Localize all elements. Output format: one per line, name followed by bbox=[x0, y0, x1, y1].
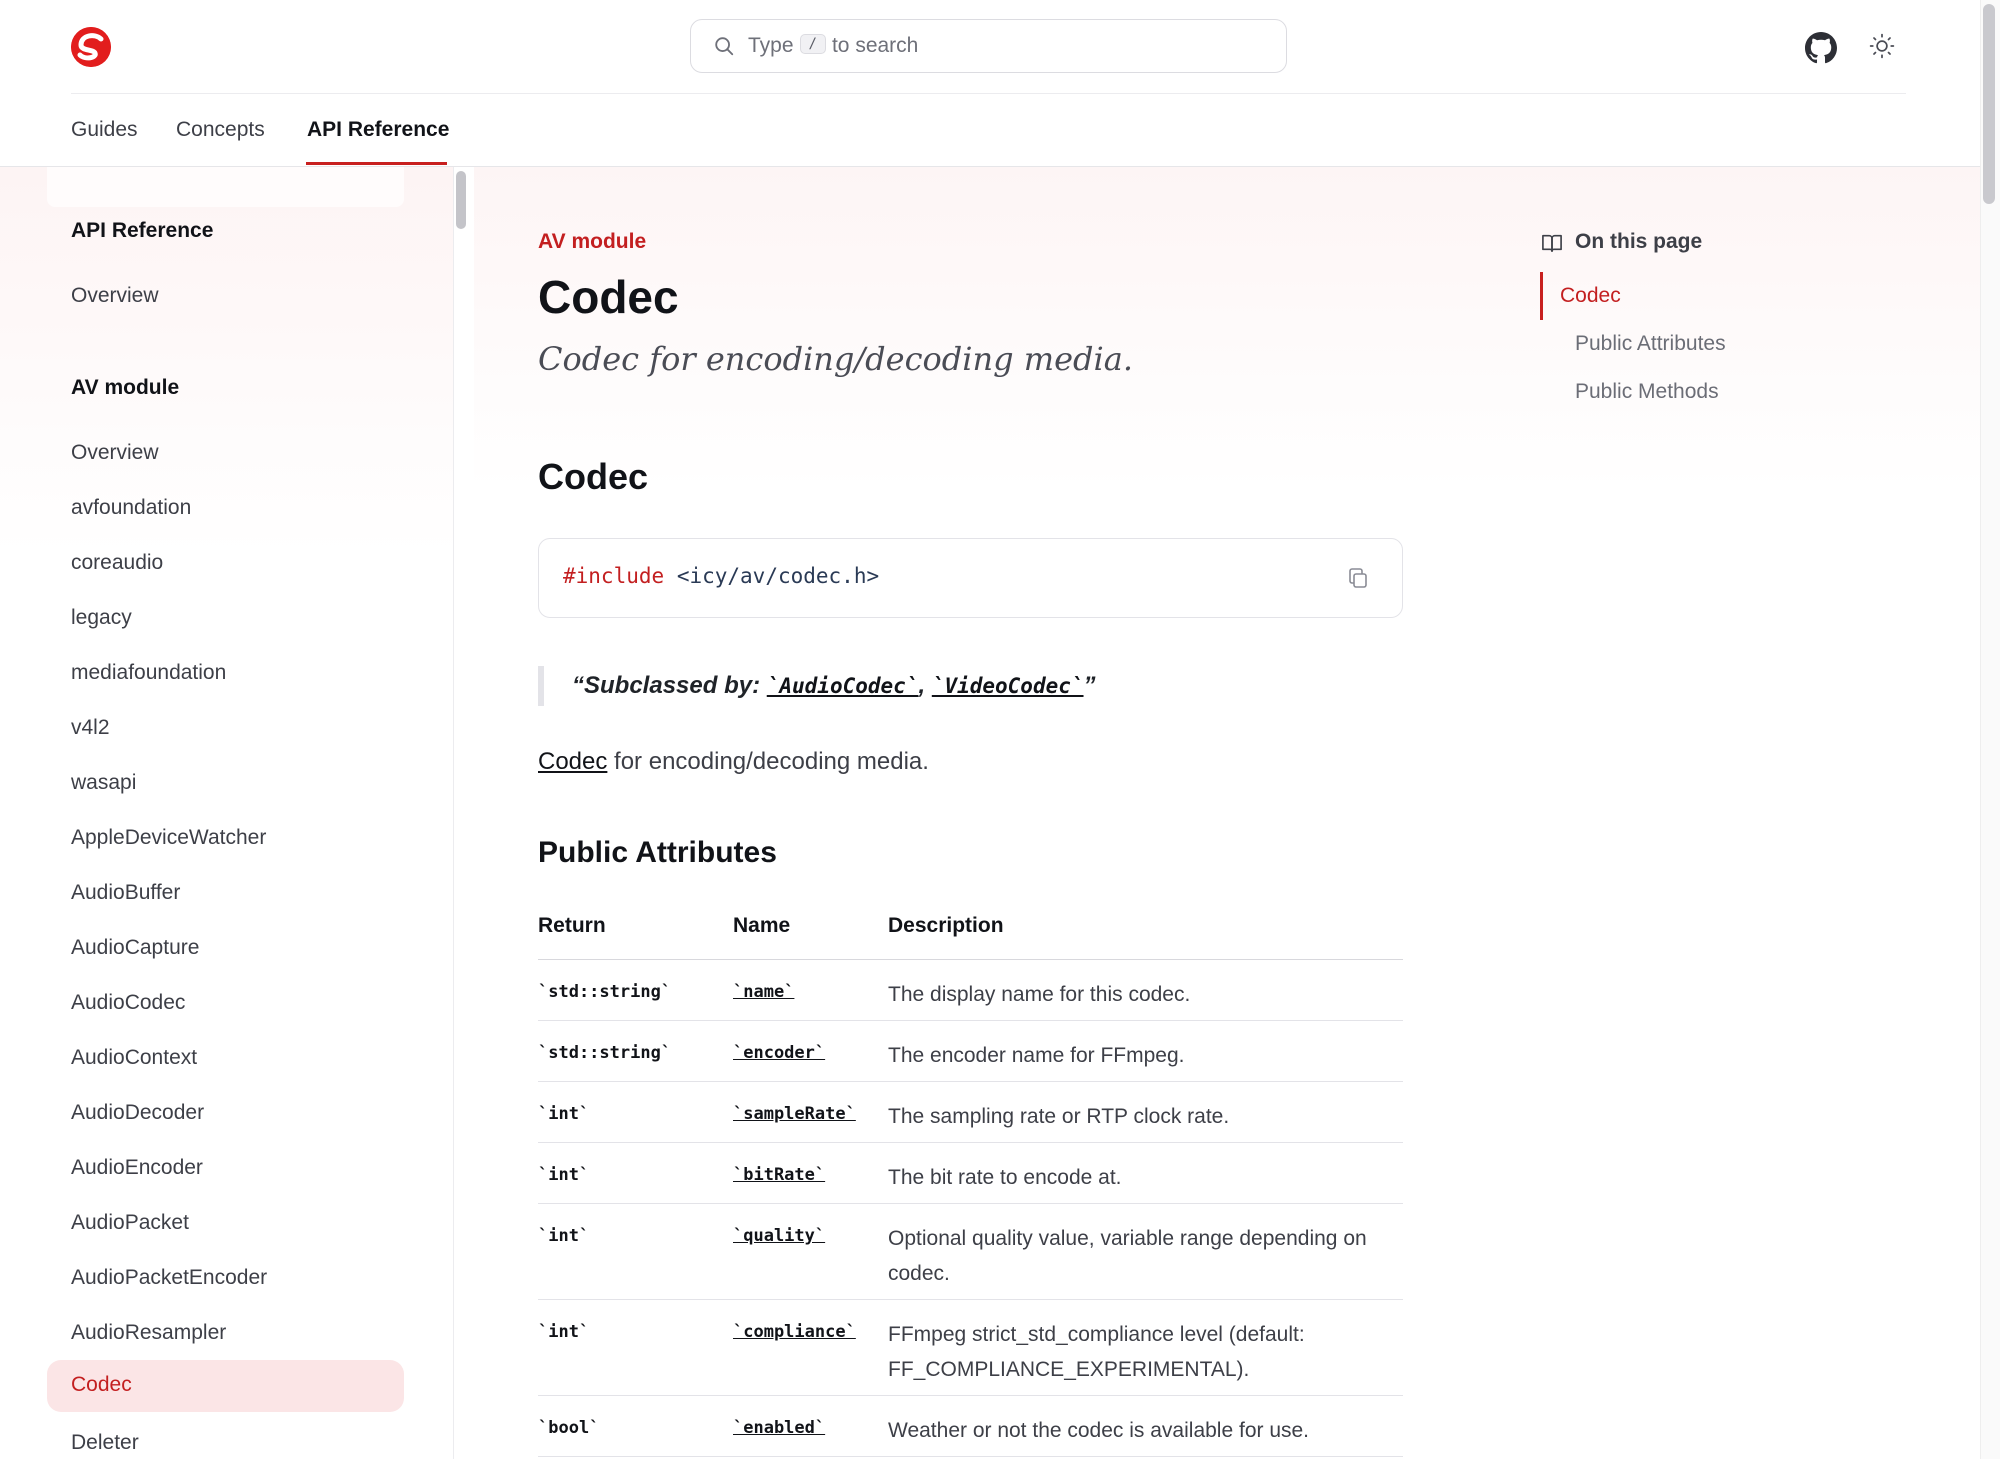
return-type: `int` bbox=[538, 1104, 590, 1124]
attribute-description: Weather or not the codec is available fo… bbox=[888, 1419, 1310, 1442]
sidebar-top-fade bbox=[47, 167, 404, 207]
table-row: `std::string` `encoder` The encoder name… bbox=[538, 1021, 1403, 1082]
sidebar-item-wasapi[interactable]: wasapi bbox=[71, 771, 136, 795]
sidebar-item-codec[interactable]: Codec bbox=[47, 1360, 404, 1412]
attribute-name-link[interactable]: `compliance` bbox=[733, 1322, 856, 1342]
table-row: `int` `sampleRate` The sampling rate or … bbox=[538, 1082, 1403, 1143]
sidebar-item-mediafoundation[interactable]: mediafoundation bbox=[71, 661, 226, 685]
tab-api-reference[interactable]: API Reference bbox=[307, 118, 449, 142]
attribute-description: The sampling rate or RTP clock rate. bbox=[888, 1105, 1230, 1128]
site-header: Type / to search Guides Concepts API Refer… bbox=[0, 0, 1980, 167]
sidebar-item-avfoundation[interactable]: avfoundation bbox=[71, 496, 191, 520]
include-code: #include <icy/av/codec.h> bbox=[563, 564, 880, 588]
table-row: `int` `compliance` FFmpeg strict_std_com… bbox=[538, 1300, 1403, 1396]
toc-active-indicator bbox=[1540, 272, 1543, 320]
page-scrollbar[interactable] bbox=[1980, 0, 2000, 1459]
attribute-description: The encoder name for FFmpeg. bbox=[888, 1044, 1185, 1067]
search-placeholder: Type / to search bbox=[748, 34, 919, 57]
return-type: `bool` bbox=[538, 1418, 600, 1438]
sidebar-item-audiobuffer[interactable]: AudioBuffer bbox=[71, 881, 180, 905]
sidebar-item-audiopacketencoder[interactable]: AudioPacketEncoder bbox=[71, 1266, 267, 1290]
sidebar-item-appledevicewatcher[interactable]: AppleDeviceWatcher bbox=[71, 826, 266, 850]
sidebar-item-coreaudio[interactable]: coreaudio bbox=[71, 551, 163, 575]
attribute-name-link[interactable]: `quality` bbox=[733, 1226, 825, 1246]
table-row: `bool` `enabled` Weather or not the code… bbox=[538, 1396, 1403, 1457]
attribute-name-link[interactable]: `encoder` bbox=[733, 1043, 825, 1063]
active-tab-indicator bbox=[306, 162, 447, 165]
copy-icon[interactable] bbox=[1346, 566, 1370, 590]
attribute-description: The display name for this codec. bbox=[888, 983, 1191, 1006]
section-heading-codec: Codec bbox=[538, 456, 649, 497]
return-type: `int` bbox=[538, 1226, 590, 1246]
sidebar-item-audiodecoder[interactable]: AudioDecoder bbox=[71, 1101, 204, 1125]
github-icon[interactable] bbox=[1805, 32, 1837, 64]
sidebar-item-audioresampler[interactable]: AudioResampler bbox=[71, 1321, 226, 1345]
description-paragraph: Codec for encoding/decoding media. bbox=[538, 748, 929, 775]
table-header: Return Name Description bbox=[538, 908, 1403, 960]
code-block: #include <icy/av/codec.h> bbox=[538, 538, 1403, 618]
toc-item-public-methods[interactable]: Public Methods bbox=[1575, 380, 1719, 404]
sidebar: API Reference Overview AV module Overvie… bbox=[0, 167, 454, 1459]
search-input[interactable]: Type / to search bbox=[690, 19, 1287, 73]
tab-guides[interactable]: Guides bbox=[71, 118, 138, 142]
return-type: `int` bbox=[538, 1165, 590, 1185]
section-heading-public-attributes: Public Attributes bbox=[538, 836, 777, 869]
sidebar-heading-api-reference: API Reference bbox=[71, 219, 214, 242]
page-scrollbar-thumb[interactable] bbox=[1983, 4, 1995, 204]
sidebar-item-audiopacket[interactable]: AudioPacket bbox=[71, 1211, 189, 1235]
sidebar-item-label: Codec bbox=[71, 1373, 132, 1396]
attribute-name-link[interactable]: `sampleRate` bbox=[733, 1104, 856, 1124]
sidebar-scrollbar[interactable] bbox=[456, 171, 466, 229]
attributes-table: Return Name Description `std::string` `n… bbox=[538, 908, 1403, 1457]
sidebar-heading-av-module: AV module bbox=[71, 376, 180, 399]
attribute-name-link[interactable]: `name` bbox=[733, 982, 794, 1002]
sidebar-item-audioencoder[interactable]: AudioEncoder bbox=[71, 1156, 203, 1180]
table-row: `int` `bitRate` The bit rate to encode a… bbox=[538, 1143, 1403, 1204]
search-icon bbox=[715, 37, 734, 56]
sidebar-item-deleter[interactable]: Deleter bbox=[71, 1431, 139, 1455]
sidebar-item-overview[interactable]: Overview bbox=[71, 284, 159, 308]
sun-icon[interactable] bbox=[1869, 33, 1895, 59]
attribute-name-link[interactable]: `enabled` bbox=[733, 1418, 825, 1438]
logo-icon[interactable] bbox=[71, 27, 111, 67]
header-divider bbox=[71, 93, 1906, 94]
column-header-return: Return bbox=[538, 914, 606, 937]
subclass-link-audiocodec[interactable]: `AudioCodec` bbox=[767, 674, 919, 698]
attribute-description: Optional quality value, variable range d… bbox=[888, 1227, 1367, 1285]
sidebar-item-legacy[interactable]: legacy bbox=[71, 606, 132, 630]
sidebar-item-v4l2[interactable]: v4l2 bbox=[71, 716, 110, 740]
return-type: `std::string` bbox=[538, 982, 672, 1002]
column-header-name: Name bbox=[733, 914, 791, 937]
breadcrumb[interactable]: AV module bbox=[538, 230, 646, 254]
column-header-description: Description bbox=[888, 914, 1004, 937]
sidebar-item-av-overview[interactable]: Overview bbox=[71, 441, 159, 465]
table-row: `std::string` `name` The display name fo… bbox=[538, 960, 1403, 1021]
table-row: `int` `quality` Optional quality value, … bbox=[538, 1204, 1403, 1300]
sidebar-item-audiocodec[interactable]: AudioCodec bbox=[71, 991, 185, 1015]
sidebar-item-audiocontext[interactable]: AudioContext bbox=[71, 1046, 197, 1070]
codec-link[interactable]: Codec bbox=[538, 748, 607, 775]
return-type: `std::string` bbox=[538, 1043, 672, 1063]
book-icon bbox=[1542, 234, 1562, 252]
toc-item-public-attributes[interactable]: Public Attributes bbox=[1575, 332, 1726, 356]
tab-concepts[interactable]: Concepts bbox=[176, 118, 265, 142]
search-shortcut-key: / bbox=[799, 34, 826, 55]
return-type: `int` bbox=[538, 1322, 590, 1342]
toc-item-codec[interactable]: Codec bbox=[1560, 284, 1621, 308]
sidebar-item-audiocapture[interactable]: AudioCapture bbox=[71, 936, 199, 960]
subclass-quote: “Subclassed by: `AudioCodec`, `VideoCode… bbox=[538, 666, 1096, 706]
page-description: Codec for encoding/decoding media. bbox=[538, 340, 1134, 378]
attribute-name-link[interactable]: `bitRate` bbox=[733, 1165, 825, 1185]
subclass-link-videocodec[interactable]: `VideoCodec` bbox=[932, 674, 1084, 698]
attribute-description: FFmpeg strict_std_compliance level (defa… bbox=[888, 1323, 1305, 1381]
page-title: Codec bbox=[538, 271, 679, 323]
attribute-description: The bit rate to encode at. bbox=[888, 1166, 1122, 1189]
